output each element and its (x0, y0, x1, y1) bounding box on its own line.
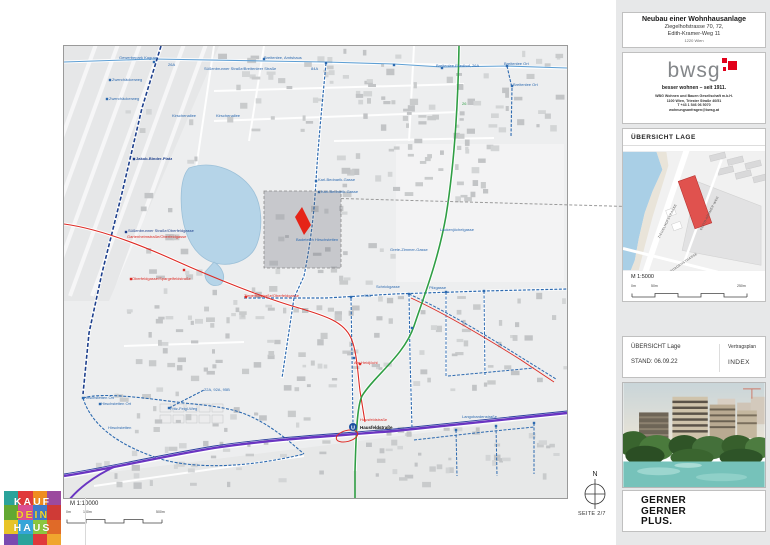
transit-stop (109, 79, 111, 81)
transit-stop (263, 58, 265, 60)
transit-stop (408, 293, 410, 295)
transit-stop (533, 422, 535, 424)
bwsg-tagline: besser wohnen – seit 1911. (623, 85, 765, 91)
page-number: SEITE 2/7 (578, 511, 606, 517)
fold-mark (85, 497, 86, 545)
architect-logo-line: PLUS. (641, 517, 765, 528)
overview-panel: ÜBERSICHT LAGE ZIEGELHOFSTR (622, 128, 766, 302)
transit-stop (353, 357, 355, 359)
transit-stop (130, 278, 132, 280)
city-map-canvas: U (64, 46, 567, 498)
project-rendering-image (622, 382, 766, 488)
logo-tile (33, 534, 47, 545)
logo-tile (18, 534, 32, 545)
bwsg-logo: bwsg (667, 60, 720, 84)
overview-minimap: ZIEGELHOFSTRASSEEDITH-KRAMER-WEGQUADENST… (623, 151, 765, 271)
transit-stop (393, 64, 395, 66)
architect-logo-line: GERNER (641, 496, 765, 507)
logo-word: HAUS (4, 522, 61, 535)
logo-tile (4, 534, 18, 545)
kaufdeinhaus-logo: KAUFDEINHAUS (4, 491, 61, 545)
field-area (396, 144, 564, 282)
plan-type: Vertragsplan (728, 344, 756, 350)
lake-water (623, 461, 764, 487)
rendering-canvas (623, 383, 765, 487)
overview-header: ÜBERSICHT LAGE (623, 129, 765, 146)
transit-stop (315, 180, 317, 182)
svg-text:N: N (592, 471, 597, 478)
plan-index: INDEX (728, 359, 756, 366)
title-block: Neubau einer Wohnhausanlage Ziegelhofstr… (622, 12, 766, 48)
project-title: Neubau einer Wohnhausanlage (623, 16, 765, 23)
kaufdeinhaus-wordmark: KAUFDEINHAUS (4, 496, 61, 535)
transit-stop (245, 296, 247, 298)
scale-tick: 50m (651, 284, 658, 288)
overview-scale-label: M 1:5000 (631, 274, 654, 280)
plan-info-box: ÜBERSICHT Lage STAND: 06.09.22 Vertragsp… (622, 336, 766, 378)
transit-stop (455, 429, 457, 431)
transit-stop (511, 85, 513, 87)
overview-scale-bar (631, 291, 753, 299)
transit-stop (153, 61, 155, 63)
bwsg-email: wohnungsanfragen@bwsg.at (623, 108, 765, 113)
project-city: 1220 Wien (623, 38, 765, 43)
developer-logo-block: bwsg besser wohnen – seit 1911. WBG Wohn… (622, 52, 766, 124)
map-scale-bar (66, 517, 166, 525)
north-arrow-icon: N (580, 468, 610, 514)
city-map: U Gewerbepark Kagran26ASüßenbrunner Stra… (63, 45, 568, 499)
transit-stop (359, 363, 361, 365)
transit-stop (133, 158, 135, 160)
logo-tile (47, 534, 61, 545)
map-scale-ticks: 0m100m500m (66, 510, 176, 516)
overview-scale-ticks: 0m 50m 250m (631, 284, 759, 290)
bwsg-wordmark: bwsg (667, 59, 720, 82)
transit-stop (483, 290, 485, 292)
logo-word: KAUF (4, 496, 61, 509)
scale-tick: 0m (631, 284, 636, 288)
scale-tick: 500m (156, 510, 165, 514)
transit-stop (325, 62, 327, 64)
transit-stop (441, 67, 443, 69)
transit-stop (106, 98, 108, 100)
project-address: Ziegelhofstrasse 70, 72, (623, 24, 765, 30)
logo-word: DEIN (4, 509, 61, 522)
project-address: Edith-Kramer-Weg 11 (623, 31, 765, 37)
transit-stop (506, 65, 508, 67)
bwsg-pixel-icon (721, 58, 737, 76)
plan-date: STAND: 06.09.22 (631, 359, 681, 365)
transit-stop (445, 291, 447, 293)
svg-text:U: U (351, 425, 355, 431)
plan-name: ÜBERSICHT Lage (631, 344, 681, 350)
transit-stop (495, 425, 497, 427)
transit-stop (82, 397, 84, 399)
architect-logo-block: GERNER GERNER PLUS. (622, 490, 766, 532)
transit-stop (350, 296, 352, 298)
transit-stop (168, 407, 170, 409)
transit-stop (125, 231, 127, 233)
transit-stop (183, 269, 185, 271)
transit-stop (99, 403, 101, 405)
scale-tick: 250m (737, 284, 746, 288)
scale-tick: 0m (66, 510, 71, 514)
transit-stop (411, 327, 413, 329)
